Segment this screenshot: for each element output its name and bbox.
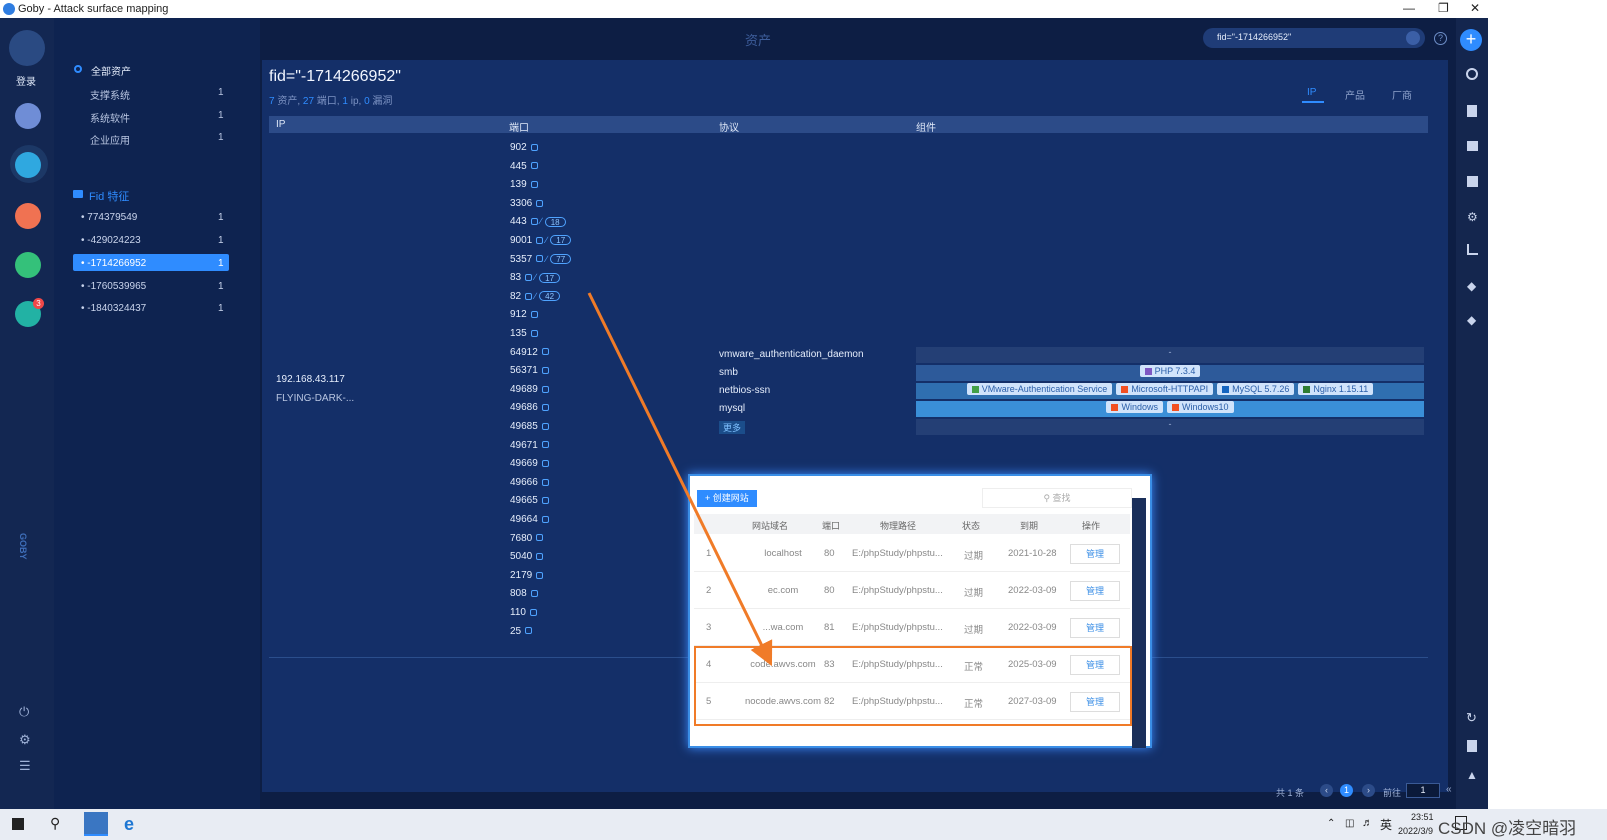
windows-taskbar: ⚲ e ⌃ ◫ ♬ 英 23:51 2022/3/9 CSDN @凌空暗羽 [0,809,1607,840]
network-icon[interactable]: ◫ [1345,818,1354,829]
prev-page-icon[interactable]: ‹ [1320,784,1333,797]
goto-page-input[interactable]: 1 [1406,783,1440,798]
arrow-line [587,292,773,667]
clock-time[interactable]: 23:51 [1411,812,1434,822]
windows-start-icon[interactable] [12,818,24,830]
annotation-arrow [587,292,773,667]
current-page[interactable]: 1 [1340,784,1353,797]
clock-date[interactable]: 2022/3/9 [1398,826,1433,836]
edge-browser-icon[interactable]: e [124,814,134,835]
next-page-icon[interactable]: › [1362,784,1375,797]
collapse-icon[interactable]: « [1446,784,1452,795]
csdn-watermark: CSDN @凌空暗羽 [1438,819,1577,838]
goto-label: 前往 [1383,788,1402,798]
ime-indicator[interactable]: 英 [1380,816,1392,833]
search-taskbar-icon[interactable]: ⚲ [50,815,60,832]
goby-taskbar-icon[interactable] [84,812,108,836]
pagination-total: 共 1 条 [1276,788,1305,798]
tray-chevron-icon[interactable]: ⌃ [1327,818,1335,829]
volume-icon[interactable]: ♬ [1362,817,1373,829]
